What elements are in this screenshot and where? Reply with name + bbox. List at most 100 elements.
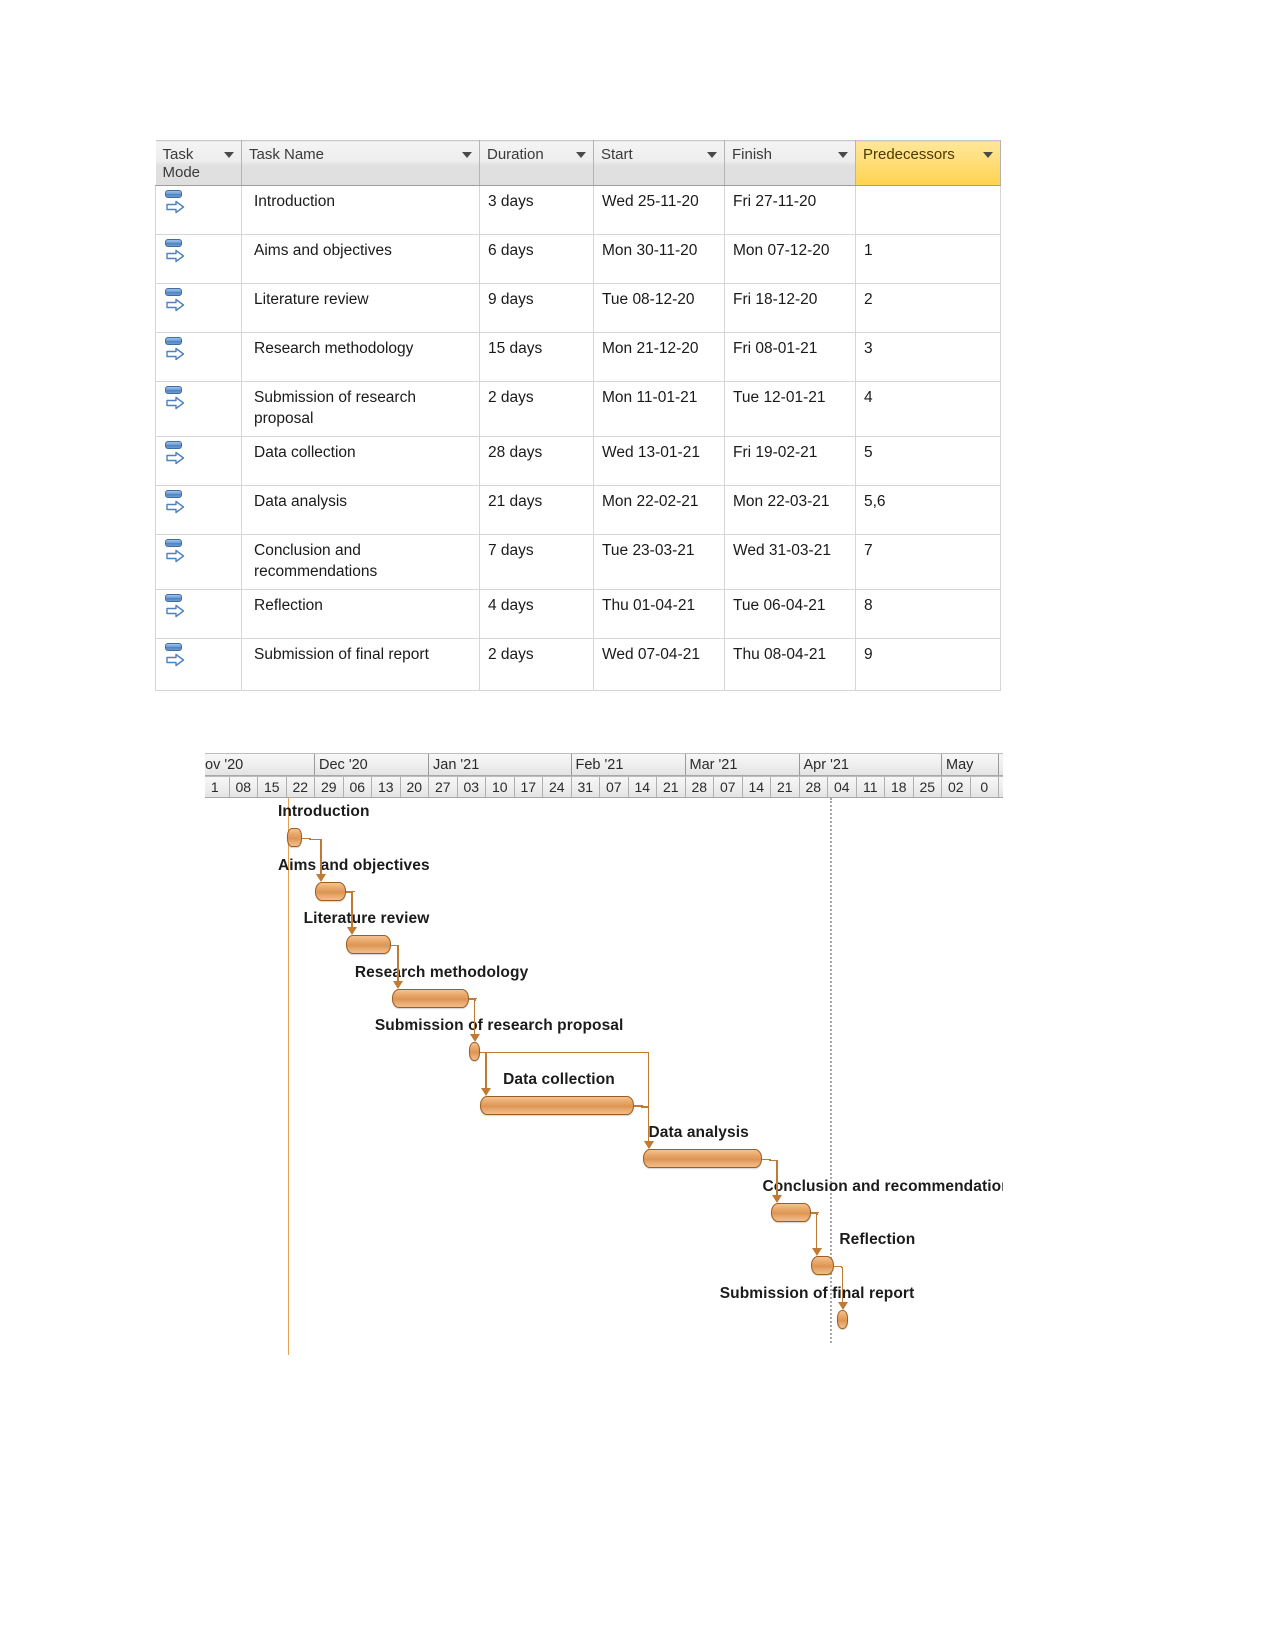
cell-finish[interactable]: Tue 06-04-21 xyxy=(724,589,856,640)
cell-task-name[interactable]: Literature review xyxy=(241,283,480,334)
table-row[interactable]: Data collection 28 days Wed 13-01-21 Fri 19… xyxy=(155,436,1001,487)
column-header-task-name[interactable]: Task Name xyxy=(241,139,480,187)
table-row[interactable]: Conclusion and recommendations 7 days Tue … xyxy=(155,534,1001,591)
cell-start[interactable]: Wed 13-01-21 xyxy=(593,436,725,487)
cell-task-mode[interactable] xyxy=(155,332,242,383)
cell-start[interactable]: Mon 22-02-21 xyxy=(593,485,725,536)
cell-predecessors[interactable]: 7 xyxy=(855,534,1001,591)
cell-finish[interactable]: Fri 19-02-21 xyxy=(724,436,856,487)
table-row[interactable]: Research methodology 15 days Mon 21-12-20 F… xyxy=(155,332,1001,383)
gantt-bar-label: Reflection xyxy=(839,1231,916,1248)
cell-predecessors[interactable]: 5 xyxy=(855,436,1001,487)
cell-duration[interactable]: 28 days xyxy=(479,436,594,487)
cell-task-mode[interactable] xyxy=(155,185,242,236)
cell-task-mode[interactable] xyxy=(155,234,242,285)
cell-start[interactable]: Mon 30-11-20 xyxy=(593,234,725,285)
table-row[interactable]: Submission of final report 2 days Wed 07-0… xyxy=(155,638,1001,692)
cell-duration[interactable]: 7 days xyxy=(479,534,594,591)
column-header-predecessors[interactable]: Predecessors xyxy=(855,139,1001,187)
table-row[interactable]: Literature review 9 days Tue 08-12-20 Fri 1… xyxy=(155,283,1001,334)
filter-arrow-icon[interactable] xyxy=(707,152,717,158)
cell-finish[interactable]: Mon 22-03-21 xyxy=(724,485,856,536)
cell-duration[interactable]: 4 days xyxy=(479,589,594,640)
cell-predecessors[interactable]: 8 xyxy=(855,589,1001,640)
gantt-bar[interactable] xyxy=(642,1149,763,1168)
cell-duration[interactable]: 15 days xyxy=(479,332,594,383)
cell-task-name[interactable]: Conclusion and recommendations xyxy=(241,534,480,591)
page-root: Task Mode Task Name Duration Start Finis… xyxy=(0,0,1275,1651)
gantt-link-segment xyxy=(353,891,355,892)
auto-scheduled-icon xyxy=(164,190,186,216)
table-row[interactable]: Aims and objectives 6 days Mon 30-11-20 Mon… xyxy=(155,234,1001,285)
gantt-bar xyxy=(468,1042,481,1061)
filter-arrow-icon[interactable] xyxy=(224,152,234,158)
cell-task-mode[interactable] xyxy=(155,589,242,640)
cell-start[interactable]: Wed 25-11-20 xyxy=(593,185,725,236)
gantt-bar[interactable] xyxy=(480,1095,635,1115)
gantt-link-segment xyxy=(776,1159,778,1196)
cell-start[interactable]: Wed 07-04-21 xyxy=(593,638,725,692)
cell-task-name[interactable]: Submission of final report xyxy=(241,638,480,692)
gantt-link-arrow xyxy=(811,1248,822,1256)
gantt-link-arrow xyxy=(481,1087,492,1096)
cell-task-mode[interactable] xyxy=(155,436,242,487)
cell-predecessors[interactable] xyxy=(855,185,1001,236)
column-header-start[interactable]: Start xyxy=(593,139,725,187)
cell-task-name[interactable]: Research methodology xyxy=(241,332,480,383)
cell-task-name[interactable]: Reflection xyxy=(241,589,480,640)
gantt-bar[interactable] xyxy=(810,1256,834,1275)
column-header-duration[interactable]: Duration xyxy=(479,139,594,187)
filter-arrow-icon[interactable] xyxy=(576,152,586,158)
cell-task-mode[interactable] xyxy=(155,485,242,536)
cell-predecessors[interactable]: 9 xyxy=(855,638,1001,692)
cell-predecessors[interactable]: 5,6 xyxy=(855,485,1001,536)
cell-start[interactable]: Tue 08-12-20 xyxy=(593,283,725,334)
column-header-finish[interactable]: Finish xyxy=(724,139,856,187)
cell-finish[interactable]: Wed 31-03-21 xyxy=(724,534,856,591)
cell-start[interactable]: Mon 21-12-20 xyxy=(593,332,725,383)
cell-predecessors[interactable]: 1 xyxy=(855,234,1001,285)
cell-finish[interactable]: Tue 12-01-21 xyxy=(724,381,856,438)
cell-start[interactable]: Tue 23-03-21 xyxy=(593,534,725,591)
cell-finish[interactable]: Fri 08-01-21 xyxy=(724,332,856,383)
table-row[interactable]: Data analysis 21 days Mon 22-02-21 Mon 22-0… xyxy=(155,485,1001,536)
cell-duration[interactable]: 9 days xyxy=(479,283,594,334)
table-row[interactable]: Introduction 3 days Wed 25-11-20 Fri 27-11-… xyxy=(155,185,1001,236)
cell-predecessors[interactable]: 2 xyxy=(855,283,1001,334)
cell-task-mode[interactable] xyxy=(155,283,242,334)
cell-task-mode[interactable] xyxy=(155,534,242,591)
cell-task-name[interactable]: Data collection xyxy=(241,436,480,487)
gantt-bar[interactable] xyxy=(771,1202,811,1222)
cell-start[interactable]: Mon 11-01-21 xyxy=(593,381,725,438)
filter-arrow-icon[interactable] xyxy=(983,152,993,158)
table-row[interactable]: Submission of research proposal 2 days Mon… xyxy=(155,381,1001,438)
cell-finish[interactable]: Fri 27-11-20 xyxy=(724,185,856,236)
cell-task-name[interactable]: Introduction xyxy=(241,185,480,236)
cell-predecessors[interactable]: 3 xyxy=(855,332,1001,383)
cell-finish[interactable]: Fri 18-12-20 xyxy=(724,283,856,334)
cell-duration[interactable]: 6 days xyxy=(479,234,594,285)
gantt-bar[interactable] xyxy=(391,988,469,1008)
cell-duration[interactable]: 2 days xyxy=(479,638,594,692)
cell-duration[interactable]: 21 days xyxy=(479,485,594,536)
cell-finish[interactable]: Thu 08-04-21 xyxy=(724,638,856,692)
gantt-link-segment xyxy=(817,1212,820,1213)
cell-task-mode[interactable] xyxy=(155,638,242,692)
cell-duration[interactable]: 3 days xyxy=(479,185,594,236)
timescale-month-cell: Apr '21 xyxy=(800,754,942,775)
cell-task-name[interactable]: Submission of research proposal xyxy=(241,381,480,438)
cell-task-name[interactable]: Data analysis xyxy=(241,485,480,536)
column-header-task-mode[interactable]: Task Mode xyxy=(155,139,242,187)
cell-task-mode[interactable] xyxy=(155,381,242,438)
table-row[interactable]: Reflection 4 days Thu 01-04-21 Tue 06-04-21… xyxy=(155,589,1001,640)
cell-task-name[interactable]: Aims and objectives xyxy=(241,234,480,285)
gantt-bar[interactable] xyxy=(315,881,347,901)
filter-arrow-icon[interactable] xyxy=(462,152,472,158)
cell-duration[interactable]: 2 days xyxy=(479,381,594,438)
gantt-link-segment xyxy=(634,1105,642,1107)
cell-start[interactable]: Thu 01-04-21 xyxy=(593,589,725,640)
cell-predecessors[interactable]: 4 xyxy=(855,381,1001,438)
cell-finish[interactable]: Mon 07-12-20 xyxy=(724,234,856,285)
filter-arrow-icon[interactable] xyxy=(838,152,848,158)
gantt-bar[interactable] xyxy=(346,935,391,954)
